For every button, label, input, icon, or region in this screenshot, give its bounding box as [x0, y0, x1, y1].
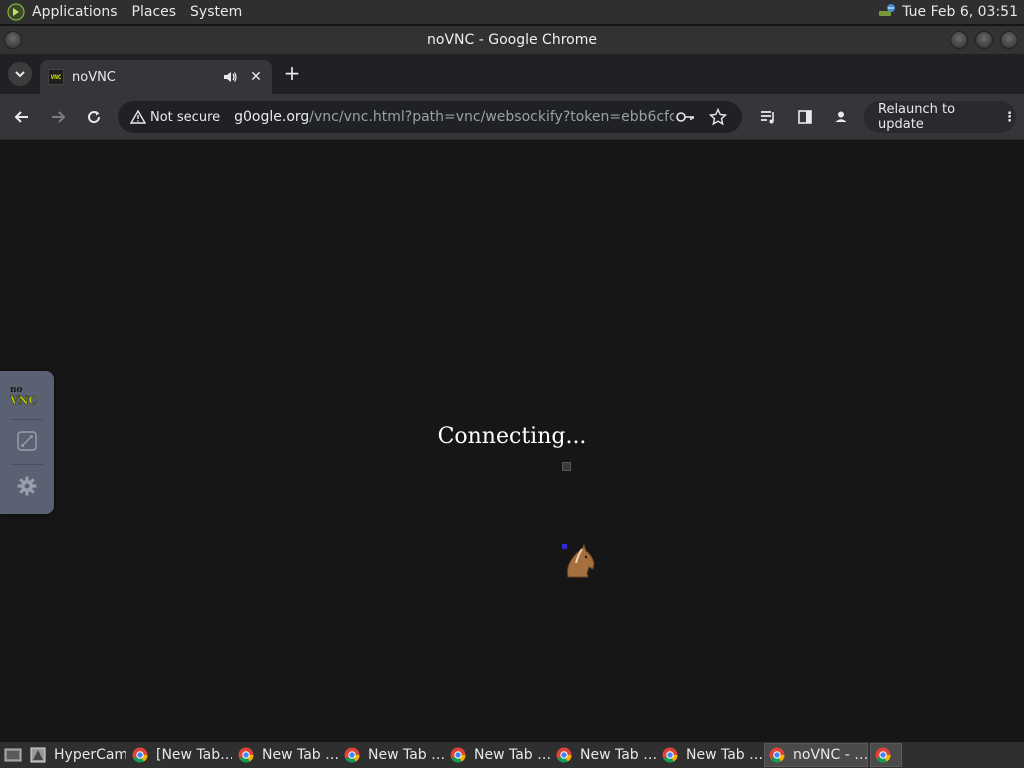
taskbar-item-chrome[interactable] — [870, 743, 902, 767]
arrow-left-icon — [14, 111, 28, 123]
taskbar-item-new-tab[interactable]: New Tab … — [552, 743, 656, 767]
chrome-icon — [132, 747, 148, 763]
taskbar-item-new-tab[interactable]: New Tab … — [234, 743, 338, 767]
taskbar-item-new-tab[interactable]: New Tab … — [658, 743, 762, 767]
chrome-icon — [769, 747, 785, 763]
chevron-down-icon — [15, 71, 25, 78]
address-bar[interactable]: Not secure g0ogle.org/vnc/vnc.html?path=… — [118, 101, 742, 133]
svg-text:VNC: VNC — [9, 394, 38, 407]
taskbar-item-novnc[interactable]: noVNC - … — [764, 743, 868, 767]
hypercam-icon — [30, 747, 46, 763]
taskbar-item-label: HyperCam — [54, 747, 126, 763]
more-menu-icon: ⋮ — [1003, 109, 1016, 125]
places-menu[interactable]: Places — [132, 4, 177, 20]
chrome-icon — [556, 747, 572, 763]
reload-icon — [88, 111, 101, 124]
taskbar: HyperCam [New Tab… New Tab … New Tab … N… — [0, 742, 1024, 768]
taskbar-item-label: New Tab … — [686, 747, 762, 763]
media-queue-icon — [761, 111, 774, 124]
taskbar-item-new-tab[interactable]: New Tab … — [340, 743, 444, 767]
back-button[interactable] — [10, 105, 34, 129]
taskbar-item-new-tab[interactable]: New Tab … — [446, 743, 550, 767]
gear-icon — [17, 476, 37, 496]
taskbar-item-label: New Tab … — [474, 747, 550, 763]
url-text[interactable]: g0ogle.org/vnc/vnc.html?path=vnc/websock… — [234, 109, 674, 125]
maximize-button[interactable] — [975, 31, 993, 49]
network-icon[interactable] — [878, 2, 896, 22]
close-window-button[interactable] — [1000, 31, 1018, 49]
tab-close-icon[interactable]: ✕ — [248, 69, 264, 85]
password-key-icon[interactable] — [676, 107, 696, 127]
show-desktop-button[interactable] — [2, 744, 24, 766]
applications-menu[interactable]: Applications — [32, 4, 118, 20]
novnc-logo: no VNC — [8, 381, 42, 407]
chrome-icon — [662, 747, 678, 763]
connecting-status: Connecting... — [437, 424, 587, 449]
bookmark-star-icon[interactable] — [708, 107, 728, 127]
url-host: g0ogle.org — [234, 109, 310, 125]
system-menu[interactable]: System — [190, 4, 242, 20]
loading-indicator — [562, 462, 571, 471]
profile-avatar-icon — [832, 108, 850, 126]
taskbar-item-label: New Tab … — [262, 747, 338, 763]
window-titlebar[interactable]: noVNC - Google Chrome — [0, 26, 1024, 54]
url-path: /vnc/vnc.html?path=vnc/websockify?token=… — [309, 109, 675, 125]
chrome-icon — [450, 747, 466, 763]
browser-toolbar: Not secure g0ogle.org/vnc/vnc.html?path=… — [0, 94, 1024, 140]
tab-search-button[interactable] — [8, 62, 32, 86]
chrome-icon — [875, 747, 891, 763]
warning-icon — [130, 110, 146, 124]
horse-cursor-icon — [562, 543, 595, 578]
novnc-favicon-icon: VNC — [48, 69, 64, 85]
reload-button[interactable] — [82, 105, 106, 129]
control-bar-divider — [10, 464, 44, 465]
control-bar-divider — [10, 419, 44, 420]
forward-button[interactable] — [46, 105, 70, 129]
media-controls-button[interactable] — [757, 105, 781, 129]
vnc-viewport[interactable]: no VNC Connecting... — [0, 141, 1024, 742]
speaker-icon[interactable] — [222, 69, 238, 85]
tab-novnc[interactable]: VNC noVNC ✕ — [40, 60, 272, 94]
minimize-button[interactable] — [950, 31, 968, 49]
taskbar-item-label: [New Tab… — [156, 747, 232, 763]
taskbar-item-label: New Tab … — [368, 747, 444, 763]
taskbar-item-label: New Tab … — [580, 747, 656, 763]
relaunch-to-update-button[interactable]: Relaunch to update ⋮ — [864, 101, 1016, 133]
chrome-icon — [344, 747, 360, 763]
side-panel-button[interactable] — [793, 105, 817, 129]
desktop-icon — [4, 748, 22, 762]
security-indicator[interactable]: Not secure — [130, 110, 220, 125]
clock[interactable]: Tue Feb 6, 03:51 — [902, 4, 1018, 20]
tab-title: noVNC — [72, 69, 116, 85]
window-menu-icon[interactable] — [4, 31, 22, 49]
window-title: noVNC - Google Chrome — [427, 32, 597, 48]
not-secure-label: Not secure — [150, 109, 221, 125]
top-panel: Applications Places System Tue Feb 6, 03… — [0, 0, 1024, 24]
tab-strip: VNC noVNC ✕ + — [0, 54, 1024, 94]
profile-button[interactable] — [829, 105, 853, 129]
new-tab-button[interactable]: + — [282, 63, 302, 84]
settings-button[interactable] — [14, 473, 40, 499]
arrow-right-icon — [52, 111, 66, 123]
side-panel-icon — [798, 110, 812, 124]
relaunch-label: Relaunch to update — [878, 102, 956, 132]
taskbar-item-hypercam[interactable]: HyperCam — [26, 743, 126, 767]
taskbar-item-new-tab[interactable]: [New Tab… — [128, 743, 232, 767]
taskbar-item-label: noVNC - … — [793, 747, 868, 763]
chrome-icon — [238, 747, 254, 763]
distro-logo-icon[interactable] — [6, 2, 26, 22]
